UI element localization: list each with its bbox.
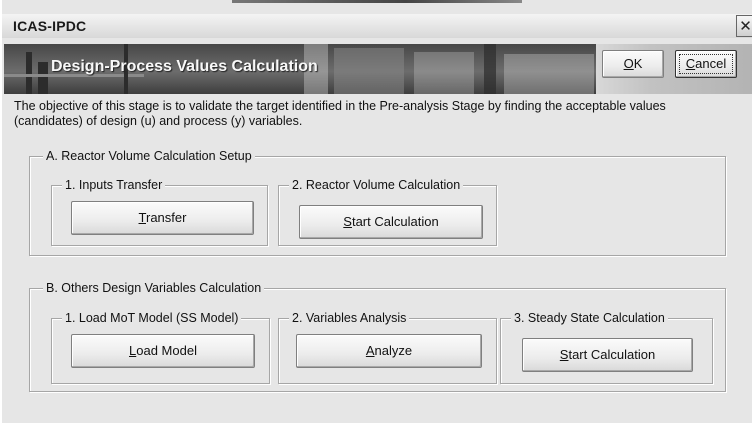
start-steady-state-button[interactable]: Start Calculation xyxy=(522,338,693,372)
cancel-button[interactable]: Cancel xyxy=(675,50,737,78)
load-model-button[interactable]: Load Model xyxy=(71,334,255,368)
analyze-button[interactable]: Analyze xyxy=(296,334,482,368)
start-reactor-calculation-button[interactable]: Start Calculation xyxy=(299,205,483,239)
stage-title: Design-Process Values Calculation xyxy=(51,58,318,75)
steady-state-title: 3. Steady State Calculation xyxy=(511,311,668,325)
background-window-edge xyxy=(232,0,522,3)
window-title: ICAS-IPDC xyxy=(13,18,87,34)
objective-text: The objective of this stage is to valida… xyxy=(14,99,666,128)
title-bar[interactable] xyxy=(2,14,752,38)
reactor-volume-title: 2. Reactor Volume Calculation xyxy=(289,178,464,192)
dialog-window: ICAS-IPDC ✕ Design-Process Values Calcul… xyxy=(0,0,752,423)
load-model-title: 1. Load MoT Model (SS Model) xyxy=(62,311,242,325)
inputs-transfer-title: 1. Inputs Transfer xyxy=(62,178,166,192)
close-icon[interactable]: ✕ xyxy=(736,15,752,37)
section-a-title: A. Reactor Volume Calculation Setup xyxy=(43,149,255,163)
variables-analysis-title: 2. Variables Analysis xyxy=(289,311,410,325)
transfer-button[interactable]: Transfer xyxy=(71,201,254,235)
section-b-title: B. Others Design Variables Calculation xyxy=(43,281,265,295)
ok-button[interactable]: OK xyxy=(602,50,664,78)
